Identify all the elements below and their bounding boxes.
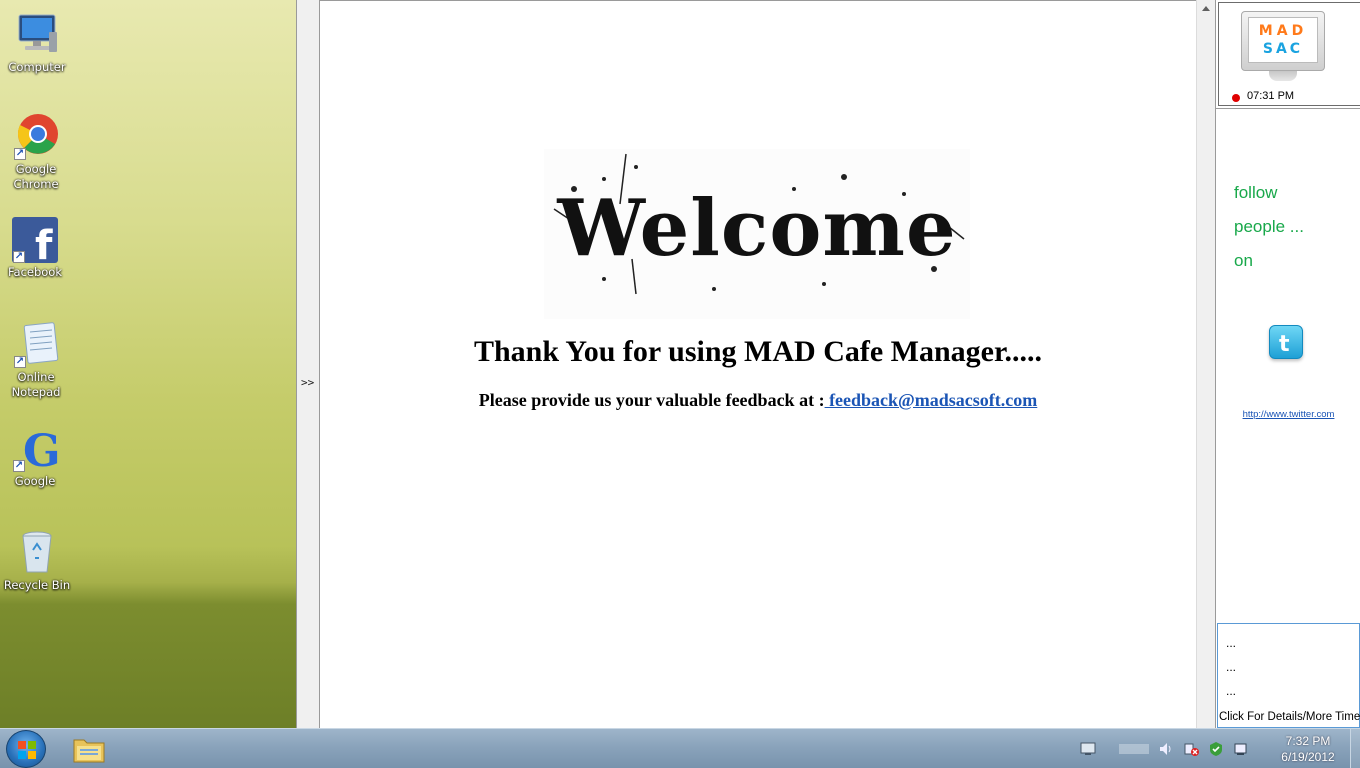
shortcut-arrow-icon: ↗: [14, 356, 26, 368]
follow-box: follow people ... on t http://www.twitte…: [1216, 108, 1360, 622]
right-panel: MAD SAC 07:31 PM follow people ... on t …: [1215, 0, 1360, 728]
language-bar-icon[interactable]: [1105, 741, 1149, 757]
feedback-email-link[interactable]: feedback@madsacsoft.com: [825, 390, 1037, 410]
google-icon: G ↗: [11, 424, 61, 477]
details-dots: ...: [1226, 660, 1237, 674]
network-error-icon[interactable]: [1183, 741, 1199, 757]
clock-date: 6/19/2012: [1281, 750, 1335, 764]
details-dots: ...: [1226, 636, 1237, 650]
desktop-icon-facebook[interactable]: f ↗ Facebook: [0, 215, 71, 280]
chrome-icon: ↗: [12, 112, 60, 160]
computer-icon: [13, 10, 61, 58]
welcome-title: Welcome: [557, 183, 957, 274]
notepad-icon: ↗: [12, 320, 60, 368]
desktop-icon-computer[interactable]: Computer: [1, 10, 73, 75]
facebook-icon: f ↗: [11, 215, 59, 269]
taskbar: 7:32 PM 6/19/2012: [0, 728, 1360, 768]
collapsed-sidebar: >>: [296, 0, 320, 728]
desktop-icon-label: Computer: [8, 60, 66, 74]
svg-text:G: G: [23, 426, 59, 472]
twitter-link[interactable]: http://www.twitter.com: [1216, 409, 1360, 420]
desktop-icon-recycle-bin[interactable]: Recycle Bin: [1, 528, 73, 593]
session-time: 07:31 PM: [1247, 90, 1295, 102]
display-icon[interactable]: [1080, 741, 1096, 757]
desktop: Computer ↗ Google Chrome f ↗ Facebook ↗ …: [0, 0, 296, 728]
vertical-scrollbar[interactable]: [1196, 0, 1215, 728]
recycle-bin-icon: [13, 528, 61, 576]
logo-box: MAD SAC 07:31 PM: [1218, 2, 1360, 106]
desktop-icon-label: Recycle Bin: [3, 578, 71, 592]
clock-time: 7:32 PM: [1285, 734, 1331, 748]
shortcut-arrow-icon: ↗: [14, 148, 26, 160]
monitor-stand: [1269, 71, 1297, 81]
feedback-line: Please provide us your valuable feedback…: [320, 390, 1196, 411]
main-content: Welcome Thank You for using MAD Cafe Man…: [320, 0, 1196, 728]
svg-text:f: f: [35, 223, 53, 263]
desktop-icon-label: Google: [14, 474, 56, 488]
taskbar-clock[interactable]: 7:32 PM 6/19/2012: [1268, 733, 1348, 765]
desktop-icon-label: Online Notepad: [11, 370, 61, 399]
windows-logo-icon: [18, 741, 36, 759]
madsac-logo: MAD SAC: [1241, 11, 1325, 71]
follow-text-line: on: [1234, 251, 1253, 270]
desktop-icon-online-notepad[interactable]: ↗ Online Notepad: [0, 320, 72, 400]
shortcut-arrow-icon: ↗: [13, 251, 25, 263]
follow-text-line: follow: [1234, 183, 1278, 202]
desktop-icon-label: Facebook: [7, 265, 63, 279]
taskbar-explorer-button[interactable]: [66, 730, 112, 768]
action-center-flag-icon[interactable]: [1233, 741, 1249, 757]
folder-icon: [73, 739, 105, 763]
system-tray: [1080, 739, 1249, 759]
status-dot-icon: [1232, 94, 1240, 102]
show-desktop-button[interactable]: [1350, 729, 1360, 768]
security-shield-icon[interactable]: [1208, 741, 1224, 757]
details-dots: ...: [1226, 684, 1237, 698]
desktop-icon-google[interactable]: G ↗ Google: [0, 424, 71, 489]
expand-sidebar-button[interactable]: >>: [301, 376, 314, 389]
twitter-icon[interactable]: t: [1269, 325, 1303, 359]
volume-icon[interactable]: [1158, 741, 1174, 757]
feedback-prompt: Please provide us your valuable feedback…: [478, 390, 825, 410]
thank-you-heading: Thank You for using MAD Cafe Manager....…: [473, 335, 1043, 368]
svg-text:t: t: [1279, 332, 1290, 357]
logo-line-1: MAD: [1258, 23, 1308, 39]
start-button[interactable]: [6, 730, 46, 768]
logo-line-2: SAC: [1262, 41, 1304, 57]
scroll-up-arrow-icon[interactable]: [1202, 6, 1210, 11]
follow-text-line: people ...: [1234, 217, 1304, 236]
details-box[interactable]: ... ... ... Click For Details/More Time: [1217, 623, 1360, 728]
desktop-icon-label: Google Chrome: [13, 162, 59, 191]
details-more-time-label[interactable]: Click For Details/More Time: [1219, 711, 1360, 723]
shortcut-arrow-icon: ↗: [13, 460, 25, 472]
welcome-banner: Welcome: [544, 149, 970, 319]
logo-screen: MAD SAC: [1248, 17, 1318, 63]
desktop-icon-google-chrome[interactable]: ↗ Google Chrome: [0, 112, 72, 192]
